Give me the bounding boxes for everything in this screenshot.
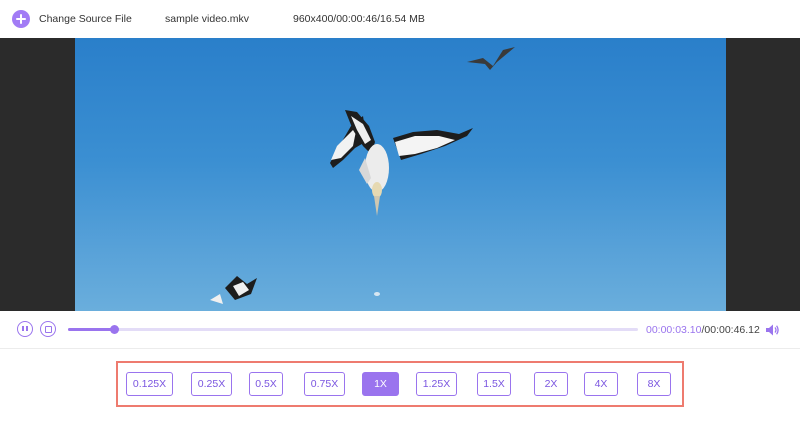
speed-option-1-5x[interactable]: 1.5X [477,372,511,396]
plus-circle-icon[interactable] [12,10,30,28]
speed-option-0-125x[interactable]: 0.125X [126,372,173,396]
progress-slider[interactable] [68,325,638,334]
speed-option-1x[interactable]: 1X [362,372,399,396]
gannet-bird [330,110,473,216]
progress-handle[interactable] [110,325,119,334]
pause-icon[interactable] [17,321,33,337]
video-preview[interactable] [75,38,726,311]
partial-bird [210,276,257,304]
total-time: 00:00:46.12 [704,324,760,336]
progress-fill [68,328,114,331]
speed-option-0-5x[interactable]: 0.5X [249,372,283,396]
time-readout: 00:00:03.10/00:00:46.12 [646,324,760,336]
speed-selector: 0.125X 0.25X 0.5X 0.75X 1X 1.25X 1.5X 2X 4X 8X [116,361,684,407]
playback-controls: 00:00:03.10/00:00:46.12 [0,311,800,349]
file-info: 960x400/00:00:46/16.54 MB [293,13,425,25]
speed-option-0-25x[interactable]: 0.25X [191,372,232,396]
video-frame-image [210,47,515,304]
top-bar: Change Source File sample video.mkv 960x… [0,0,800,38]
speed-option-0-75x[interactable]: 0.75X [304,372,345,396]
distant-bird [467,47,515,70]
speed-option-1-25x[interactable]: 1.25X [416,372,457,396]
change-source-file-button[interactable]: Change Source File [39,13,132,25]
speed-option-4x[interactable]: 4X [584,372,618,396]
speed-option-8x[interactable]: 8X [637,372,671,396]
video-stage [0,38,800,311]
speed-option-2x[interactable]: 2X [534,372,568,396]
volume-icon[interactable] [764,322,780,338]
current-time: 00:00:03.10 [646,324,702,336]
stop-icon[interactable] [40,321,56,337]
file-name: sample video.mkv [165,13,250,25]
